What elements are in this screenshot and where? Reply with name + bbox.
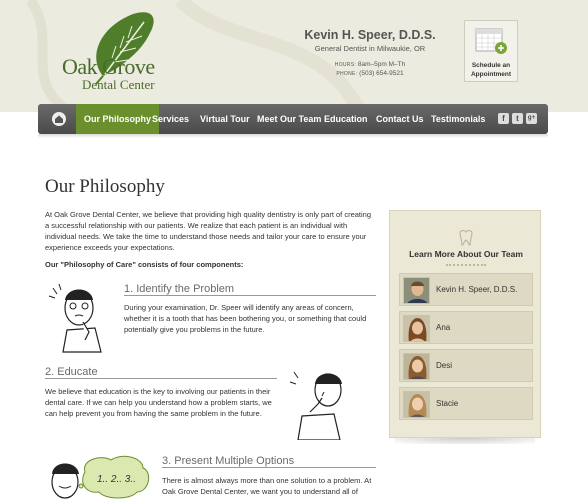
nav-item-contact-us[interactable]: Contact Us <box>376 104 424 134</box>
team-member-name: Kevin H. Speer, D.D.S. <box>436 285 518 294</box>
team-member-stacie[interactable]: Stacie <box>399 387 533 420</box>
section-3-text: There is almost always more than one sol… <box>162 476 372 496</box>
sidebar-shadow <box>395 438 535 444</box>
site-header: Oak Grove Dental Center Kevin H. Speer, … <box>0 0 588 112</box>
home-icon[interactable] <box>52 112 66 126</box>
section-2-title: 2. Educate <box>45 366 277 379</box>
section-3-title: 3. Present Multiple Options <box>162 455 376 468</box>
nav-item-services[interactable]: Services <box>152 104 189 134</box>
nav-item-testimonials[interactable]: Testimonials <box>431 104 485 134</box>
nav-item-virtual-tour[interactable]: Virtual Tour <box>200 104 250 134</box>
calendar-icon <box>475 28 507 54</box>
thinking-man-illustration <box>48 283 102 353</box>
nav-item-education[interactable]: Education <box>324 104 368 134</box>
twitter-icon[interactable]: t <box>512 113 523 124</box>
phone-value[interactable]: (503) 654-9521 <box>359 70 403 77</box>
doctor-name: Kevin H. Speer, D.D.S. <box>304 28 436 42</box>
logo-sub-text: Dental Center <box>82 77 155 92</box>
educating-man-illustration <box>289 371 342 440</box>
logo-main-text: Oak Grove <box>62 54 155 79</box>
team-member-name: Ana <box>436 323 451 332</box>
avatar <box>403 353 430 380</box>
office-hours: HOURS: 8am–5pm M–Th <box>300 61 440 68</box>
main-nav: Our Philosophy Services Virtual Tour Mee… <box>38 104 548 138</box>
hours-label: HOURS: <box>334 62 357 68</box>
team-member-ana[interactable]: Ana <box>399 311 533 344</box>
logo[interactable]: Oak Grove Dental Center <box>62 56 155 92</box>
section-1-text: During your examination, Dr. Speer will … <box>124 303 367 334</box>
tooth-icon <box>459 230 473 246</box>
avatar <box>403 277 430 304</box>
sidebar-divider <box>446 264 486 266</box>
team-member-desi[interactable]: Desi <box>399 349 533 382</box>
sidebar-title: Learn More About Our Team <box>409 249 523 259</box>
team-member-name: Desi <box>436 361 453 370</box>
page-title: Our Philosophy <box>45 176 165 197</box>
nav-item-meet-our-team[interactable]: Meet Our Team <box>257 104 321 134</box>
hours-value: 8am–5pm M–Th <box>357 61 406 68</box>
doctor-title: General Dentist in Milwaukie, OR <box>314 44 426 53</box>
phone-label: PHONE: <box>336 71 358 77</box>
avatar <box>403 391 430 418</box>
intro-paragraph: At Oak Grove Dental Center, we believe t… <box>45 210 372 252</box>
facebook-icon[interactable]: f <box>498 113 509 124</box>
components-heading: Our "Philosophy of Care" consists of fou… <box>45 260 244 269</box>
appointment-label-1: Schedule an <box>471 62 511 69</box>
team-sidebar: Learn More About Our Team Kevin H. Speer… <box>389 210 541 438</box>
team-member-kevin[interactable]: Kevin H. Speer, D.D.S. <box>399 273 533 306</box>
appointment-label-2: Appointment <box>470 71 512 78</box>
section-1-title: 1. Identify the Problem <box>124 283 376 296</box>
options-man-illustration: 1.. 2.. 3.. <box>51 455 150 499</box>
team-member-name: Stacie <box>436 399 459 408</box>
section-2-text: We believe that education is the key to … <box>45 387 272 418</box>
doctor-info: Kevin H. Speer, D.D.S. General Dentist i… <box>300 28 440 77</box>
google-plus-icon[interactable]: g+ <box>526 113 537 124</box>
nav-item-our-philosophy[interactable]: Our Philosophy <box>76 104 160 134</box>
avatar <box>403 315 430 342</box>
schedule-appointment-button[interactable]: Schedule an Appointment <box>464 20 518 82</box>
thought-bubble-text: 1.. 2.. 3.. <box>97 474 136 485</box>
office-phone: PHONE: (503) 654-9521 <box>300 70 440 77</box>
